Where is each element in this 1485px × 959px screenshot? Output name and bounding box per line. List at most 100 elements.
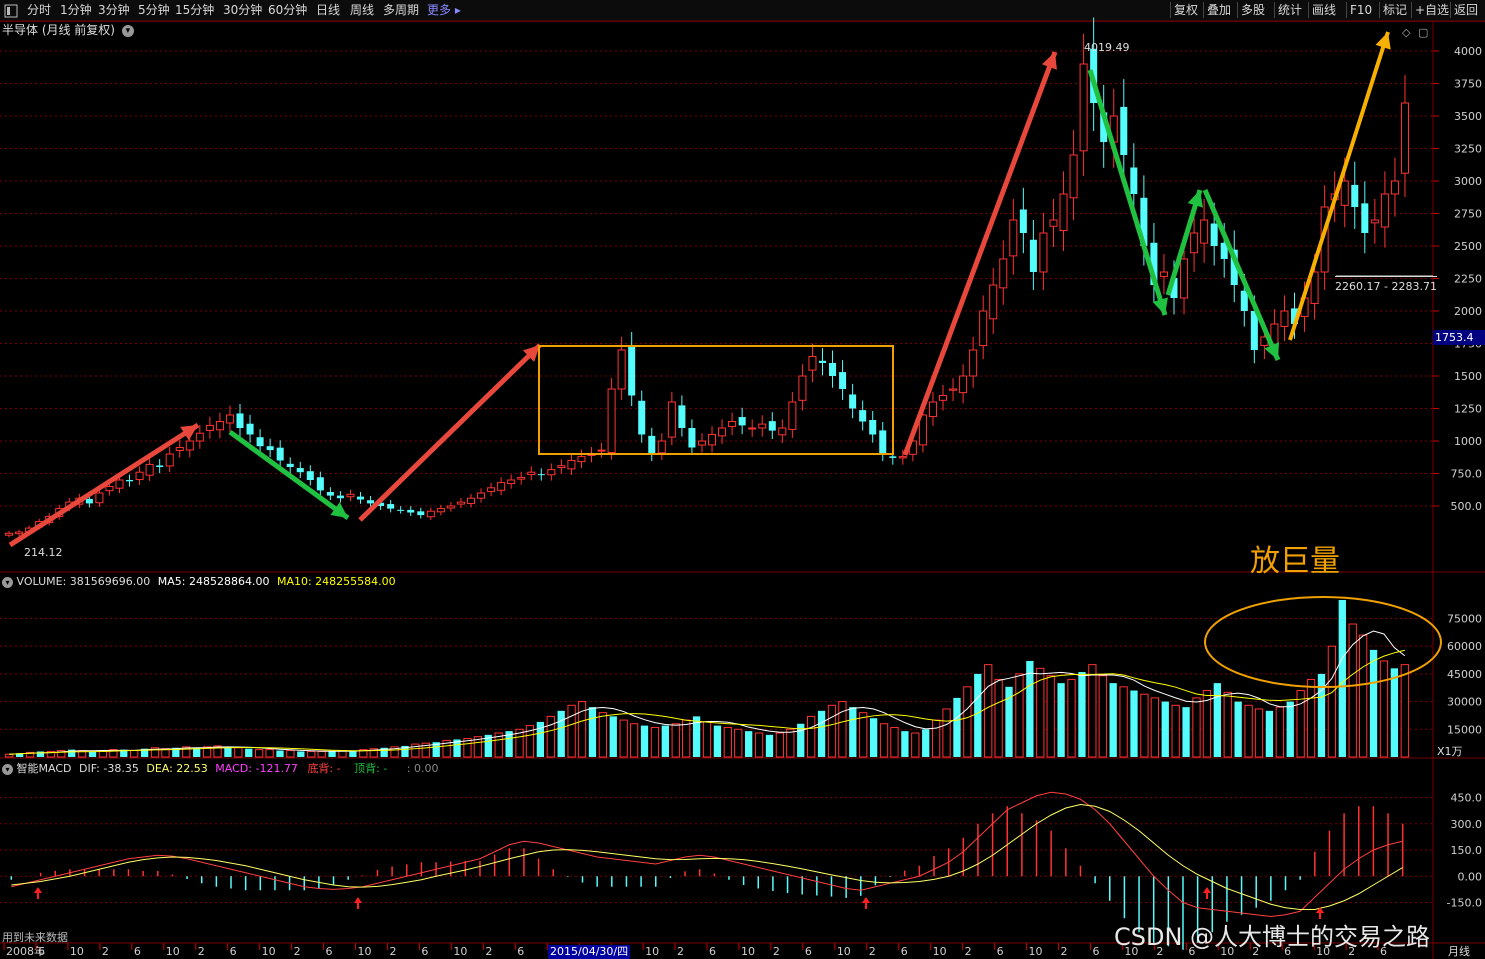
x-tick-label: 10	[262, 945, 276, 958]
volume-tick-label: 45000	[1447, 668, 1482, 681]
candle-body	[1351, 184, 1359, 207]
volume-bar	[286, 750, 295, 758]
macd-dea: DEA: 22.53	[146, 762, 208, 775]
x-tick-label: 2	[869, 945, 876, 958]
volume-bar	[1150, 697, 1159, 758]
x-tick-label: 2	[389, 945, 396, 958]
volume-highlight-ellipse	[1204, 596, 1442, 688]
volume-bar	[765, 734, 774, 757]
x-tick-label: 10	[933, 945, 947, 958]
candle-body	[1069, 154, 1078, 199]
watermark: CSDN @人大博士的交易之路	[1114, 923, 1431, 951]
candle-body	[15, 531, 24, 535]
volume-bar	[869, 718, 878, 757]
candle-body	[879, 430, 887, 454]
volume-bar	[609, 716, 617, 757]
candle-body	[979, 310, 988, 347]
x-tick-label: 6	[1092, 945, 1099, 958]
volume-bar	[849, 707, 857, 757]
candle-body	[326, 492, 334, 496]
volume-bar	[1109, 683, 1117, 757]
volume-bar	[546, 715, 555, 758]
volume-bar	[1015, 673, 1024, 758]
candle-body	[889, 456, 897, 458]
candle-body	[1019, 209, 1027, 233]
volume-bar	[1265, 710, 1274, 757]
volume-bar	[734, 728, 743, 758]
macd-bottom-divergence: 底背: -	[307, 762, 341, 775]
collapse-icon[interactable]: ▾	[2, 763, 13, 775]
candle-body	[387, 504, 395, 509]
price-tick-label: 2750	[1454, 208, 1482, 221]
volume-bar	[1369, 649, 1378, 757]
volume-bar	[1296, 690, 1305, 758]
volume-bar	[1057, 683, 1065, 757]
volume-bar	[619, 719, 628, 758]
candle-body	[537, 474, 545, 476]
volume-bar	[1234, 701, 1242, 757]
candle-body	[607, 388, 616, 454]
macd-legend: ▾ 智能MACD DIF: -38.35 DEA: 22.53 MACD: -1…	[2, 762, 438, 775]
candle-body	[898, 456, 907, 459]
volume-bar	[827, 704, 837, 758]
x-tick-label: 2	[198, 945, 205, 958]
volume-tick-label: 75000	[1447, 612, 1482, 625]
volume-bar	[88, 751, 97, 757]
macd-tick-label: 450.0	[1451, 792, 1483, 805]
volume-bar	[994, 678, 1003, 758]
low-label: 214.12	[24, 546, 63, 559]
candle-body	[1280, 310, 1289, 327]
x-tick-label: 6	[997, 945, 1004, 958]
volume-bar	[775, 732, 785, 758]
volume-bar	[1067, 678, 1076, 758]
x-tick-label: 6	[230, 945, 237, 958]
price-tick-label: 2250	[1454, 273, 1482, 286]
volume-bar	[276, 750, 284, 757]
collapse-icon[interactable]: ▾	[2, 576, 13, 588]
x-tick-label: 10	[837, 945, 851, 958]
annotation-text: 放巨量	[1250, 544, 1340, 579]
candle-body	[818, 360, 827, 363]
price-tick-label: 750.0	[1451, 468, 1483, 481]
candle-body	[577, 456, 586, 463]
volume-bar	[1390, 668, 1399, 757]
volume-bar	[1254, 708, 1264, 758]
price-tick-label: 3750	[1454, 78, 1482, 91]
x-tick-label: 10	[741, 945, 755, 958]
volume-ma10: MA10: 248255584.00	[276, 575, 396, 588]
price-tick-label: 1250	[1454, 403, 1482, 416]
trend-annotations	[8, 31, 1442, 688]
candle-body	[215, 421, 224, 431]
x-tick-label: 10	[453, 945, 467, 958]
candle-body	[1380, 193, 1389, 228]
candle-body	[969, 349, 978, 377]
macd-dif: DIF: -38.35	[78, 762, 139, 775]
volume-bar	[922, 729, 930, 757]
volume-bar	[702, 721, 712, 758]
candle-body	[446, 505, 455, 509]
candle-body	[1210, 223, 1218, 246]
x-tick-label: 2	[965, 945, 972, 958]
volume-bar	[1348, 623, 1357, 758]
candle-body	[1079, 63, 1088, 152]
buy-signal-arrow-icon	[862, 897, 870, 909]
volume-bar	[1005, 686, 1013, 757]
period-label: 月线	[1448, 944, 1470, 958]
chart-canvas[interactable]: 4019.49214.12 40003750350032503000275025…	[0, 0, 1485, 959]
candle-body	[617, 349, 626, 390]
macd-tick-label: 300.0	[1451, 818, 1483, 831]
candle-body	[165, 453, 174, 467]
candle-body	[638, 400, 646, 435]
candle-body	[1049, 219, 1058, 227]
volume-bar	[1400, 664, 1409, 758]
candle-body	[839, 372, 847, 389]
volume-bar	[723, 726, 732, 758]
volume-bar	[1098, 675, 1107, 758]
candle-body	[938, 395, 948, 401]
macd-dif-line	[11, 791, 1403, 918]
macd-tick-label: -150.0	[1447, 897, 1482, 910]
candle-body	[768, 421, 776, 431]
candle-body	[1400, 102, 1409, 174]
volume-bar	[890, 726, 899, 758]
candle-body	[487, 487, 496, 492]
